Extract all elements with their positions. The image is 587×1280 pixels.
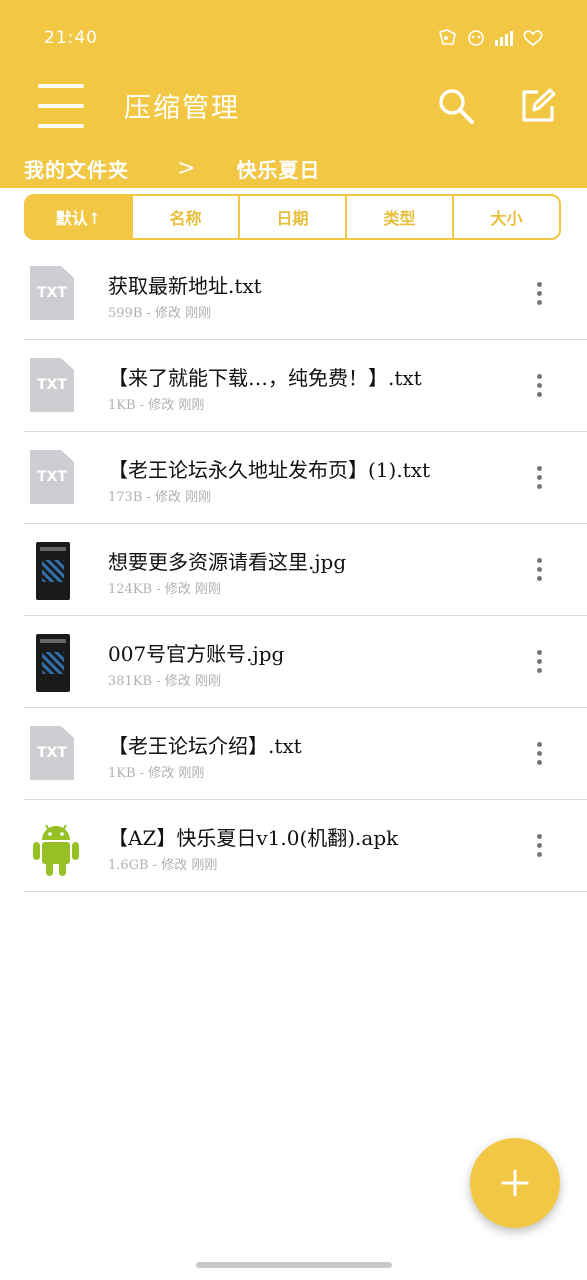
file-type-label: TXT bbox=[30, 726, 74, 780]
more-options-button[interactable] bbox=[533, 374, 545, 400]
app-bar: 21:40 压缩管理 我的文件夹 > 快乐夏日 bbox=[0, 0, 587, 188]
hamburger-icon bbox=[38, 124, 84, 128]
file-meta: 124KB - 修改 刚刚 bbox=[108, 582, 221, 597]
hamburger-icon bbox=[38, 84, 84, 88]
breadcrumb-root[interactable]: 我的文件夹 bbox=[24, 154, 129, 183]
edit-button[interactable] bbox=[518, 86, 558, 126]
android-apk-icon bbox=[30, 818, 79, 876]
txt-file-icon: TXT bbox=[30, 266, 76, 322]
sort-tab-default[interactable]: 默认↑ bbox=[26, 196, 131, 238]
signal-icon bbox=[495, 31, 513, 46]
hamburger-icon bbox=[38, 104, 84, 108]
txt-file-icon: TXT bbox=[30, 358, 76, 414]
search-button[interactable] bbox=[436, 86, 476, 126]
more-options-button[interactable] bbox=[533, 834, 545, 860]
image-thumbnail-icon bbox=[30, 542, 76, 600]
more-options-button[interactable] bbox=[533, 282, 545, 308]
breadcrumb: 我的文件夹 > 快乐夏日 bbox=[24, 152, 564, 184]
file-type-label: TXT bbox=[30, 266, 74, 320]
file-name: 007号官方账号.jpg bbox=[108, 642, 285, 666]
txt-file-icon: TXT bbox=[30, 726, 76, 782]
status-time: 21:40 bbox=[44, 28, 98, 48]
more-options-button[interactable] bbox=[533, 650, 545, 676]
image-thumbnail-icon bbox=[30, 634, 76, 692]
sort-bar: 默认↑ 名称 日期 类型 大小 bbox=[24, 194, 561, 240]
file-name: 获取最新地址.txt bbox=[108, 274, 262, 298]
sort-tab-date[interactable]: 日期 bbox=[238, 196, 345, 238]
edit-icon bbox=[522, 88, 556, 122]
list-item[interactable]: TXT 【来了就能下载…，纯免费！】.txt 1KB - 修改 刚刚 bbox=[24, 340, 587, 432]
search-icon bbox=[439, 89, 474, 124]
file-name: 【AZ】快乐夏日v1.0(机翻).apk bbox=[108, 826, 399, 850]
more-options-button[interactable] bbox=[533, 466, 545, 492]
file-meta: 1.6GB - 修改 刚刚 bbox=[108, 858, 218, 873]
sort-tab-type[interactable]: 类型 bbox=[345, 196, 452, 238]
file-name: 想要更多资源请看这里.jpg bbox=[108, 550, 347, 574]
more-options-button[interactable] bbox=[533, 742, 545, 768]
battery-icon bbox=[523, 30, 543, 47]
file-name: 【来了就能下载…，纯免费！】.txt bbox=[108, 366, 422, 390]
add-button[interactable] bbox=[470, 1138, 560, 1228]
home-indicator[interactable] bbox=[196, 1262, 392, 1268]
list-item[interactable]: 想要更多资源请看这里.jpg 124KB - 修改 刚刚 bbox=[24, 524, 587, 616]
sort-tab-name[interactable]: 名称 bbox=[131, 196, 238, 238]
list-item[interactable]: 007号官方账号.jpg 381KB - 修改 刚刚 bbox=[24, 616, 587, 708]
list-item[interactable]: TXT 【老王论坛永久地址发布页】(1).txt 173B - 修改 刚刚 bbox=[24, 432, 587, 524]
app-title: 压缩管理 bbox=[124, 93, 240, 124]
notification-icon bbox=[468, 30, 484, 46]
file-meta: 1KB - 修改 刚刚 bbox=[108, 398, 205, 413]
list-item[interactable]: TXT 获取最新地址.txt 599B - 修改 刚刚 bbox=[24, 248, 587, 340]
sort-tab-size[interactable]: 大小 bbox=[452, 196, 559, 238]
menu-button[interactable] bbox=[38, 84, 84, 128]
plus-icon bbox=[501, 1169, 529, 1197]
breadcrumb-separator: > bbox=[177, 155, 197, 181]
file-name: 【老王论坛永久地址发布页】(1).txt bbox=[108, 458, 431, 482]
status-icons bbox=[425, 26, 545, 50]
breadcrumb-current[interactable]: 快乐夏日 bbox=[236, 154, 320, 183]
file-list: TXT 获取最新地址.txt 599B - 修改 刚刚 TXT 【来了就能下载…… bbox=[24, 248, 587, 892]
file-meta: 173B - 修改 刚刚 bbox=[108, 490, 212, 505]
file-type-label: TXT bbox=[30, 358, 74, 412]
file-meta: 599B - 修改 刚刚 bbox=[108, 306, 212, 321]
notification-icon bbox=[439, 29, 456, 45]
txt-file-icon: TXT bbox=[30, 450, 76, 506]
file-meta: 1KB - 修改 刚刚 bbox=[108, 766, 205, 781]
file-meta: 381KB - 修改 刚刚 bbox=[108, 674, 221, 689]
list-item[interactable]: 【AZ】快乐夏日v1.0(机翻).apk 1.6GB - 修改 刚刚 bbox=[24, 800, 587, 892]
file-type-label: TXT bbox=[30, 450, 74, 504]
list-item[interactable]: TXT 【老王论坛介绍】.txt 1KB - 修改 刚刚 bbox=[24, 708, 587, 800]
more-options-button[interactable] bbox=[533, 558, 545, 584]
file-name: 【老王论坛介绍】.txt bbox=[108, 734, 302, 758]
